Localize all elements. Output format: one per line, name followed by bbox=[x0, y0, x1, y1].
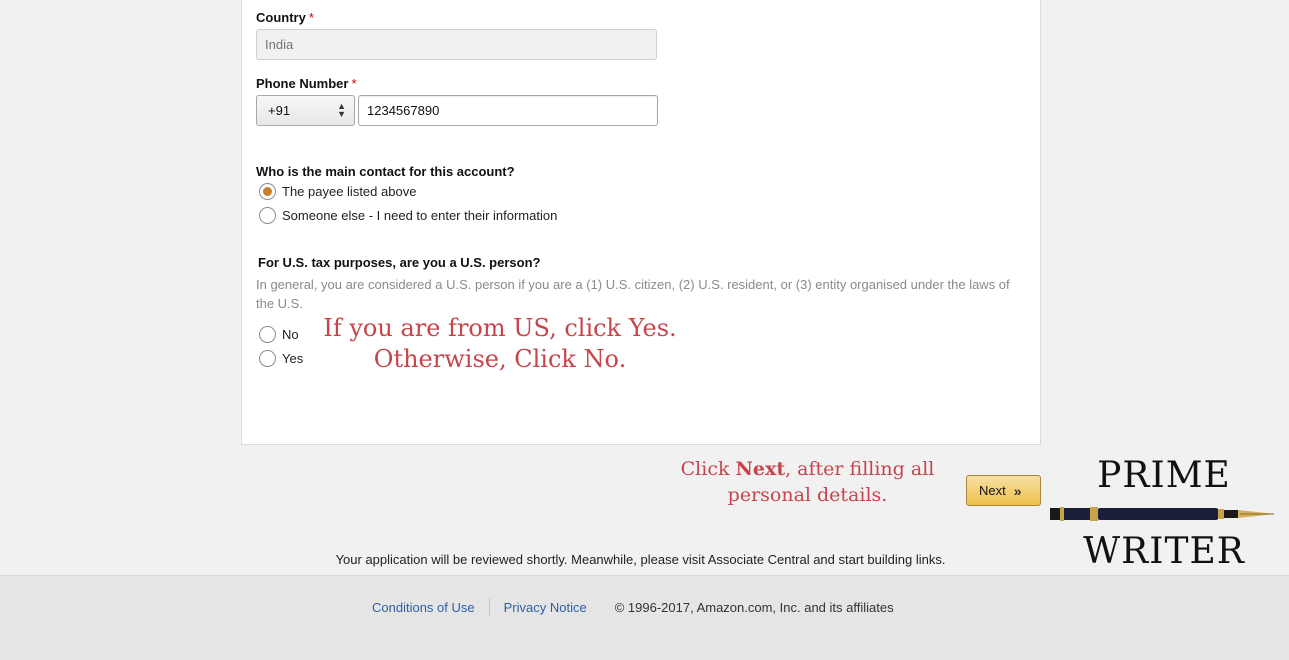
footer-divider bbox=[488, 598, 490, 616]
tax-hint: In general, you are considered a U.S. pe… bbox=[256, 277, 1010, 311]
copyright-text: © 1996-2017, Amazon.com, Inc. and its af… bbox=[614, 599, 894, 615]
required-mark: * bbox=[308, 10, 314, 25]
radio-button[interactable] bbox=[259, 207, 276, 224]
double-chevron-right-icon: » bbox=[1013, 482, 1022, 499]
radio-label: The payee listed above bbox=[282, 184, 417, 199]
annotation-us-person: If you are from US, click Yes. Otherwise… bbox=[300, 313, 700, 375]
next-button[interactable]: Next » bbox=[966, 475, 1041, 506]
radio-option-payee[interactable]: The payee listed above bbox=[259, 183, 416, 200]
footer-links: Conditions of Use Privacy Notice © 1996-… bbox=[372, 598, 894, 616]
review-message: Your application will be reviewed shortl… bbox=[335, 552, 946, 567]
privacy-notice-link[interactable]: Privacy Notice bbox=[504, 600, 587, 615]
radio-option-yes[interactable]: Yes bbox=[259, 350, 303, 367]
tax-question: For U.S. tax purposes, are you a U.S. pe… bbox=[258, 255, 541, 270]
annotation-line: Otherwise, Click No. bbox=[373, 345, 627, 373]
country-field[interactable]: India bbox=[256, 29, 657, 60]
fountain-pen-icon bbox=[1050, 507, 1276, 521]
select-arrows-icon: ▲ ▼ bbox=[337, 101, 346, 119]
country-label-text: Country bbox=[256, 10, 306, 25]
radio-button[interactable] bbox=[259, 350, 276, 367]
required-mark: * bbox=[351, 76, 357, 91]
annotation-bold: Next bbox=[735, 458, 786, 480]
footer: Conditions of Use Privacy Notice © 1996-… bbox=[0, 575, 1289, 660]
annotation-text: Click bbox=[680, 458, 736, 480]
radio-label: No bbox=[282, 327, 299, 342]
contact-question: Who is the main contact for this account… bbox=[256, 164, 515, 179]
country-code-value: +91 bbox=[268, 103, 291, 118]
annotation-next: Click Next, after filling all personal d… bbox=[660, 456, 955, 508]
radio-label: Someone else - I need to enter their inf… bbox=[282, 208, 558, 223]
phone-label: Phone Number * bbox=[256, 76, 357, 91]
phone-number-field[interactable]: 1234567890 bbox=[358, 95, 658, 126]
radio-option-no[interactable]: No bbox=[259, 326, 299, 343]
country-code-select[interactable]: +91 ▲ ▼ bbox=[256, 95, 355, 126]
country-label: Country * bbox=[256, 10, 314, 25]
logo-line-1: PRIME bbox=[1097, 455, 1231, 496]
radio-button[interactable] bbox=[259, 326, 276, 343]
phone-label-text: Phone Number bbox=[256, 76, 349, 91]
conditions-of-use-link[interactable]: Conditions of Use bbox=[372, 600, 475, 615]
next-button-label: Next bbox=[979, 483, 1006, 498]
radio-button[interactable] bbox=[259, 183, 276, 200]
radio-option-someone-else[interactable]: Someone else - I need to enter their inf… bbox=[259, 207, 557, 224]
annotation-line: If you are from US, click Yes. bbox=[323, 314, 677, 342]
